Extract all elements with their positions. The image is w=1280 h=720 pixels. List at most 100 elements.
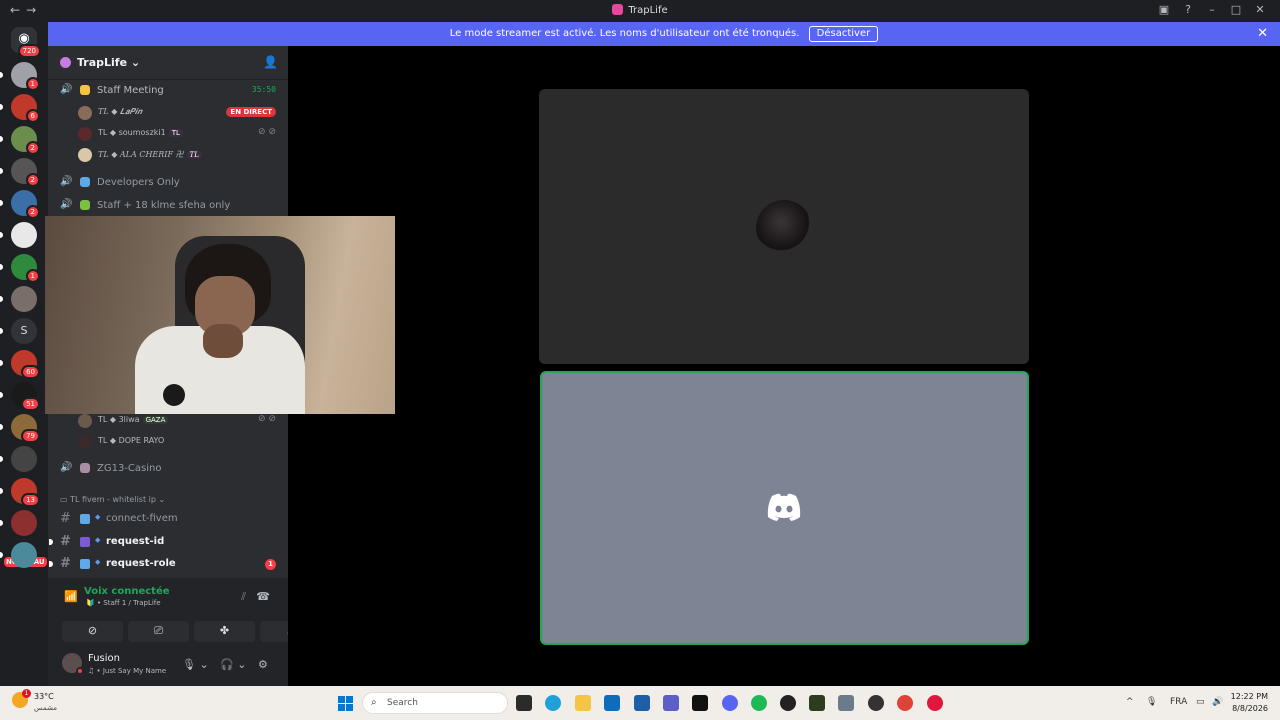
voice-channel-staff-18[interactable]: 🔊 Staff + 18 klme sfeha only: [48, 196, 288, 216]
add-member-icon[interactable]: 👤: [263, 55, 278, 69]
channel-emoji-icon: [80, 537, 90, 547]
server-icon[interactable]: [11, 510, 37, 536]
server-icon[interactable]: [11, 286, 37, 312]
outlook-icon[interactable]: [604, 695, 620, 711]
text-channel-connect-fivem[interactable]: # ◆ connect-fivem: [48, 508, 288, 530]
voice-channel-developers[interactable]: 🔊 Developers Only: [48, 173, 288, 193]
unread-pill: [0, 72, 3, 78]
speaker-icon: 🔊: [60, 199, 73, 210]
server-icon[interactable]: 1: [11, 254, 40, 283]
teams-icon[interactable]: [663, 695, 679, 711]
voice-user[interactable]: TL ◆ 𝑳𝒂𝑷𝒊𝒏 EN DIRECT: [48, 103, 288, 123]
camera-off-button[interactable]: ⊘: [62, 621, 123, 642]
disable-streamer-button[interactable]: Désactiver: [808, 26, 879, 42]
clock[interactable]: 12:22 PM 8/8/2026: [1231, 691, 1268, 715]
avatar: [78, 127, 92, 141]
server-icon[interactable]: 2: [11, 158, 40, 187]
maximize-button[interactable]: □: [1224, 3, 1248, 16]
spotify-icon[interactable]: [751, 695, 767, 711]
language-indicator[interactable]: FRA: [1170, 697, 1187, 707]
headphones-icon[interactable]: 🎧 ⌄: [220, 658, 246, 671]
voice-user[interactable]: TL ◆ 3liwa GAZA ⊘ ⊘: [48, 411, 288, 431]
participant-tile-speaking[interactable]: [540, 371, 1029, 645]
diamond-icon: ◆: [95, 513, 101, 521]
server-icon[interactable]: [11, 222, 37, 248]
unread-pill: [0, 264, 3, 270]
help-icon[interactable]: ?: [1176, 3, 1200, 16]
server-icon[interactable]: S: [11, 318, 37, 344]
voice-user[interactable]: TL ◆ DOPE RAYO: [48, 432, 288, 452]
connection-signal-icon[interactable]: 📶: [64, 590, 78, 603]
settings-gear-icon[interactable]: ⚙: [258, 658, 268, 671]
tray-mic-icon[interactable]: 🎙: [1146, 697, 1157, 707]
voice-channel-path[interactable]: 🔰 • Staff 1 / TrapLife: [86, 599, 161, 607]
unread-pill: [0, 136, 3, 142]
diamond-icon: ◆: [95, 536, 101, 544]
server-mention-badge: 60: [21, 365, 40, 379]
temperature[interactable]: 33°C: [34, 692, 54, 701]
voice-stage: [288, 46, 1280, 686]
text-channel-request-role[interactable]: # ◆ request-role 1: [48, 553, 288, 575]
volume-icon[interactable]: 🔊: [1212, 697, 1223, 707]
hash-icon: #: [60, 511, 71, 526]
server-icon[interactable]: 1: [11, 62, 40, 91]
channel-emoji-icon: [80, 200, 90, 210]
microphone-icon[interactable]: 🎙 ⌄: [182, 658, 209, 671]
minimize-button[interactable]: –: [1200, 3, 1224, 16]
voice-user[interactable]: TL ◆ soumoszki1 TL ⊘ ⊘: [48, 124, 288, 144]
server-icon[interactable]: [11, 542, 37, 568]
voice-user[interactable]: TL ◆ ALA CHERIF 卍 TL: [48, 145, 288, 165]
unread-pill: [0, 552, 3, 558]
user-panel: Fusion ♫ • Just Say My Name 🎙 ⌄ 🎧 ⌄ ⚙: [48, 646, 288, 686]
voice-channel-casino[interactable]: 🔊 ZG13-Casino: [48, 459, 288, 479]
unread-indicator: [49, 539, 53, 545]
username[interactable]: Fusion: [88, 653, 120, 664]
server-icon[interactable]: 51: [11, 382, 40, 411]
discord-taskbar-icon[interactable]: [722, 695, 738, 711]
file-explorer-icon[interactable]: [575, 695, 591, 711]
server-icon[interactable]: 79: [11, 414, 40, 443]
edge-browser-icon[interactable]: [545, 695, 561, 711]
category-header[interactable]: ▭ TL fivem - whitelist ip ⌄ +: [60, 493, 323, 506]
terminal-icon[interactable]: [692, 695, 708, 711]
server-mention-badge: 79: [21, 429, 40, 443]
screen-share-button[interactable]: ⎚: [128, 621, 189, 642]
task-view-icon[interactable]: [516, 695, 532, 711]
network-icon[interactable]: ▭: [1196, 697, 1205, 707]
voice-channel-staff-meeting[interactable]: 🔊 Staff Meeting 35:50: [48, 81, 288, 101]
close-banner-icon[interactable]: ✕: [1257, 22, 1268, 46]
app-icon[interactable]: [868, 695, 884, 711]
server-icon[interactable]: 2: [11, 190, 40, 219]
direct-messages-button[interactable]: ◉ 720: [11, 27, 41, 58]
user-activity: ♫ • Just Say My Name: [88, 667, 167, 675]
channel-emoji-icon: [80, 85, 90, 95]
server-icon[interactable]: 6: [11, 94, 40, 123]
inbox-icon[interactable]: ▣: [1152, 3, 1176, 16]
close-window-button[interactable]: ✕: [1248, 3, 1272, 16]
participant-tile[interactable]: [539, 89, 1029, 364]
deafened-icon: ⊘ ⊘: [258, 414, 276, 424]
store-icon[interactable]: [634, 695, 650, 711]
text-channel-request-id[interactable]: # ◆ request-id: [48, 531, 288, 553]
obs-icon[interactable]: [780, 695, 796, 711]
opera-icon[interactable]: [927, 695, 943, 711]
start-button[interactable]: [338, 696, 353, 711]
server-icon[interactable]: 60: [11, 350, 40, 379]
tray-overflow-icon[interactable]: ^: [1126, 697, 1134, 707]
server-icon[interactable]: [11, 446, 37, 472]
speaker-icon: 🔊: [60, 84, 73, 95]
server-icon[interactable]: 13: [11, 478, 40, 507]
chrome-icon[interactable]: [897, 695, 913, 711]
taskbar-search[interactable]: ⌕ Search: [362, 692, 508, 714]
disconnect-icon[interactable]: ☎: [256, 590, 270, 603]
voice-connected-label[interactable]: Voix connectée: [84, 586, 170, 597]
guild-header[interactable]: TrapLife ⌄ 👤: [48, 46, 288, 80]
calculator-icon[interactable]: [838, 695, 854, 711]
webcam-overlay: [45, 216, 395, 414]
channel-name: Staff + 18 klme sfeha only: [97, 200, 231, 211]
unread-pill: [0, 360, 3, 366]
server-icon[interactable]: 2: [11, 126, 40, 155]
nvidia-icon[interactable]: [809, 695, 825, 711]
activities-button[interactable]: ✤: [194, 621, 255, 642]
noise-suppression-icon[interactable]: ⫽: [241, 590, 246, 604]
